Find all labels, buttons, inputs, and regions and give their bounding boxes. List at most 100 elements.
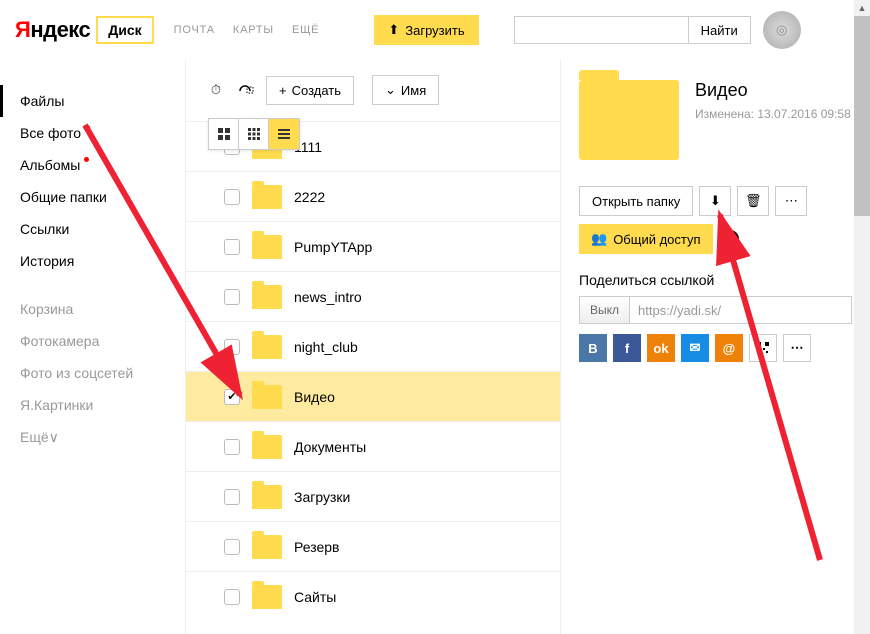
folder-large-icon	[579, 80, 679, 160]
search-box: Найти	[514, 16, 751, 44]
details-title: Видео	[695, 80, 851, 101]
select-icon[interactable]	[236, 80, 256, 100]
folder-icon	[252, 385, 282, 409]
file-checkbox[interactable]	[224, 439, 240, 455]
upload-button[interactable]: ⬆ Загрузить	[374, 15, 478, 45]
download-icon: ⬇	[710, 193, 721, 209]
folder-icon	[252, 185, 282, 209]
sidebar-item-trash[interactable]: Корзина	[0, 293, 185, 325]
share-ok-button[interactable]: ok	[647, 334, 675, 362]
view-large-grid-button[interactable]	[209, 119, 239, 149]
sidebar-item-history[interactable]: История	[0, 245, 185, 277]
toolbar: ⏱ +Создать ⌄Имя	[186, 60, 560, 120]
sidebar-item-files[interactable]: Файлы	[0, 85, 185, 117]
sidebar-item-more[interactable]: Ещё∨	[0, 421, 185, 454]
nav-more[interactable]: ЕЩЁ	[292, 24, 319, 36]
history-icon[interactable]: ⏱	[206, 80, 226, 100]
file-name: PumpYTApp	[294, 239, 372, 255]
file-row[interactable]: 2222	[186, 171, 560, 221]
file-name: Видео	[294, 389, 335, 405]
details-panel: Видео Изменена: 13.07.2016 09:58 Открыть…	[560, 60, 870, 634]
file-name: news_intro	[294, 289, 362, 305]
file-name: Загрузки	[294, 489, 350, 505]
file-row[interactable]: Загрузки	[186, 471, 560, 521]
file-checkbox[interactable]	[224, 389, 240, 405]
share-at-button[interactable]: @	[715, 334, 743, 362]
upload-label: Загрузить	[405, 23, 464, 38]
search-input[interactable]	[514, 16, 689, 44]
file-name: 2222	[294, 189, 325, 205]
create-button[interactable]: +Создать	[266, 76, 354, 105]
sort-button[interactable]: ⌄Имя	[372, 75, 439, 105]
folder-icon	[252, 585, 282, 609]
file-checkbox[interactable]	[224, 239, 240, 255]
folder-icon	[252, 485, 282, 509]
notification-dot-icon	[84, 157, 89, 162]
nav-mail[interactable]: ПОЧТА	[174, 24, 215, 36]
file-row[interactable]: Резерв	[186, 521, 560, 571]
file-row[interactable]: Документы	[186, 421, 560, 471]
open-folder-button[interactable]: Открыть папку	[579, 186, 693, 216]
more-actions-button[interactable]: ⋯	[775, 186, 807, 216]
search-button[interactable]: Найти	[689, 16, 751, 44]
share-link-label: Поделиться ссылкой	[579, 272, 852, 288]
help-icon[interactable]: ?	[721, 230, 739, 248]
folder-icon	[252, 285, 282, 309]
content: ⏱ +Создать ⌄Имя 11112222PumpYTAppnews_in…	[185, 60, 560, 634]
sidebar-item-yapics[interactable]: Я.Картинки	[0, 389, 185, 421]
file-checkbox[interactable]	[224, 489, 240, 505]
share-link-input[interactable]	[630, 296, 852, 324]
top-nav: ПОЧТА КАРТЫ ЕЩЁ	[174, 24, 320, 36]
file-checkbox[interactable]	[224, 539, 240, 555]
folder-icon	[252, 435, 282, 459]
plus-icon: +	[279, 83, 287, 98]
page-scrollbar[interactable]: ▲	[854, 0, 870, 634]
sidebar-item-social[interactable]: Фото из соцсетей	[0, 357, 185, 389]
sidebar-item-allphotos[interactable]: Все фото	[0, 117, 185, 149]
more-icon: ⋯	[785, 193, 798, 209]
share-qr-button[interactable]	[749, 334, 777, 362]
link-toggle-button[interactable]: Выкл	[579, 296, 630, 324]
file-row[interactable]: Видео	[186, 371, 560, 421]
details-modified: Изменена: 13.07.2016 09:58	[695, 107, 851, 121]
file-checkbox[interactable]	[224, 589, 240, 605]
file-name: Резерв	[294, 539, 339, 555]
sidebar-item-albums[interactable]: Альбомы	[0, 149, 185, 181]
delete-button[interactable]: 🗑	[737, 186, 769, 216]
scroll-up-icon[interactable]: ▲	[854, 0, 870, 16]
scrollbar-thumb[interactable]	[854, 16, 870, 216]
file-row[interactable]: news_intro	[186, 271, 560, 321]
file-checkbox[interactable]	[224, 189, 240, 205]
trash-icon: 🗑	[745, 193, 762, 209]
file-row[interactable]: PumpYTApp	[186, 221, 560, 271]
disk-badge[interactable]: Диск	[96, 16, 153, 44]
yandex-logo[interactable]: Яндекс	[15, 17, 90, 43]
view-list-button[interactable]	[269, 119, 299, 149]
view-toggle	[208, 118, 300, 150]
file-checkbox[interactable]	[224, 289, 240, 305]
folder-icon	[252, 535, 282, 559]
upload-icon: ⬆	[388, 22, 399, 38]
file-list: 11112222PumpYTAppnews_intronight_clubВид…	[186, 121, 560, 621]
share-button[interactable]: 👥Общий доступ	[579, 224, 713, 254]
share-vk-button[interactable]: B	[579, 334, 607, 362]
sidebar-item-shared[interactable]: Общие папки	[0, 181, 185, 213]
chevron-down-icon: ⌄	[385, 82, 396, 98]
share-fb-button[interactable]: f	[613, 334, 641, 362]
sidebar-item-links[interactable]: Ссылки	[0, 213, 185, 245]
nav-maps[interactable]: КАРТЫ	[233, 24, 274, 36]
file-checkbox[interactable]	[224, 339, 240, 355]
share-mail-button[interactable]: ✉	[681, 334, 709, 362]
sidebar-item-camera[interactable]: Фотокамера	[0, 325, 185, 357]
sidebar: Файлы Все фото Альбомы Общие папки Ссылк…	[0, 60, 185, 634]
file-row[interactable]: Сайты	[186, 571, 560, 621]
view-small-grid-button[interactable]	[239, 119, 269, 149]
folder-icon	[252, 235, 282, 259]
avatar[interactable]: ◎	[763, 11, 801, 49]
share-more-button[interactable]: ⋯	[783, 334, 811, 362]
download-button[interactable]: ⬇	[699, 186, 731, 216]
file-row[interactable]: night_club	[186, 321, 560, 371]
folder-icon	[252, 335, 282, 359]
notification-dot-icon	[85, 125, 90, 130]
file-name: Сайты	[294, 589, 336, 605]
